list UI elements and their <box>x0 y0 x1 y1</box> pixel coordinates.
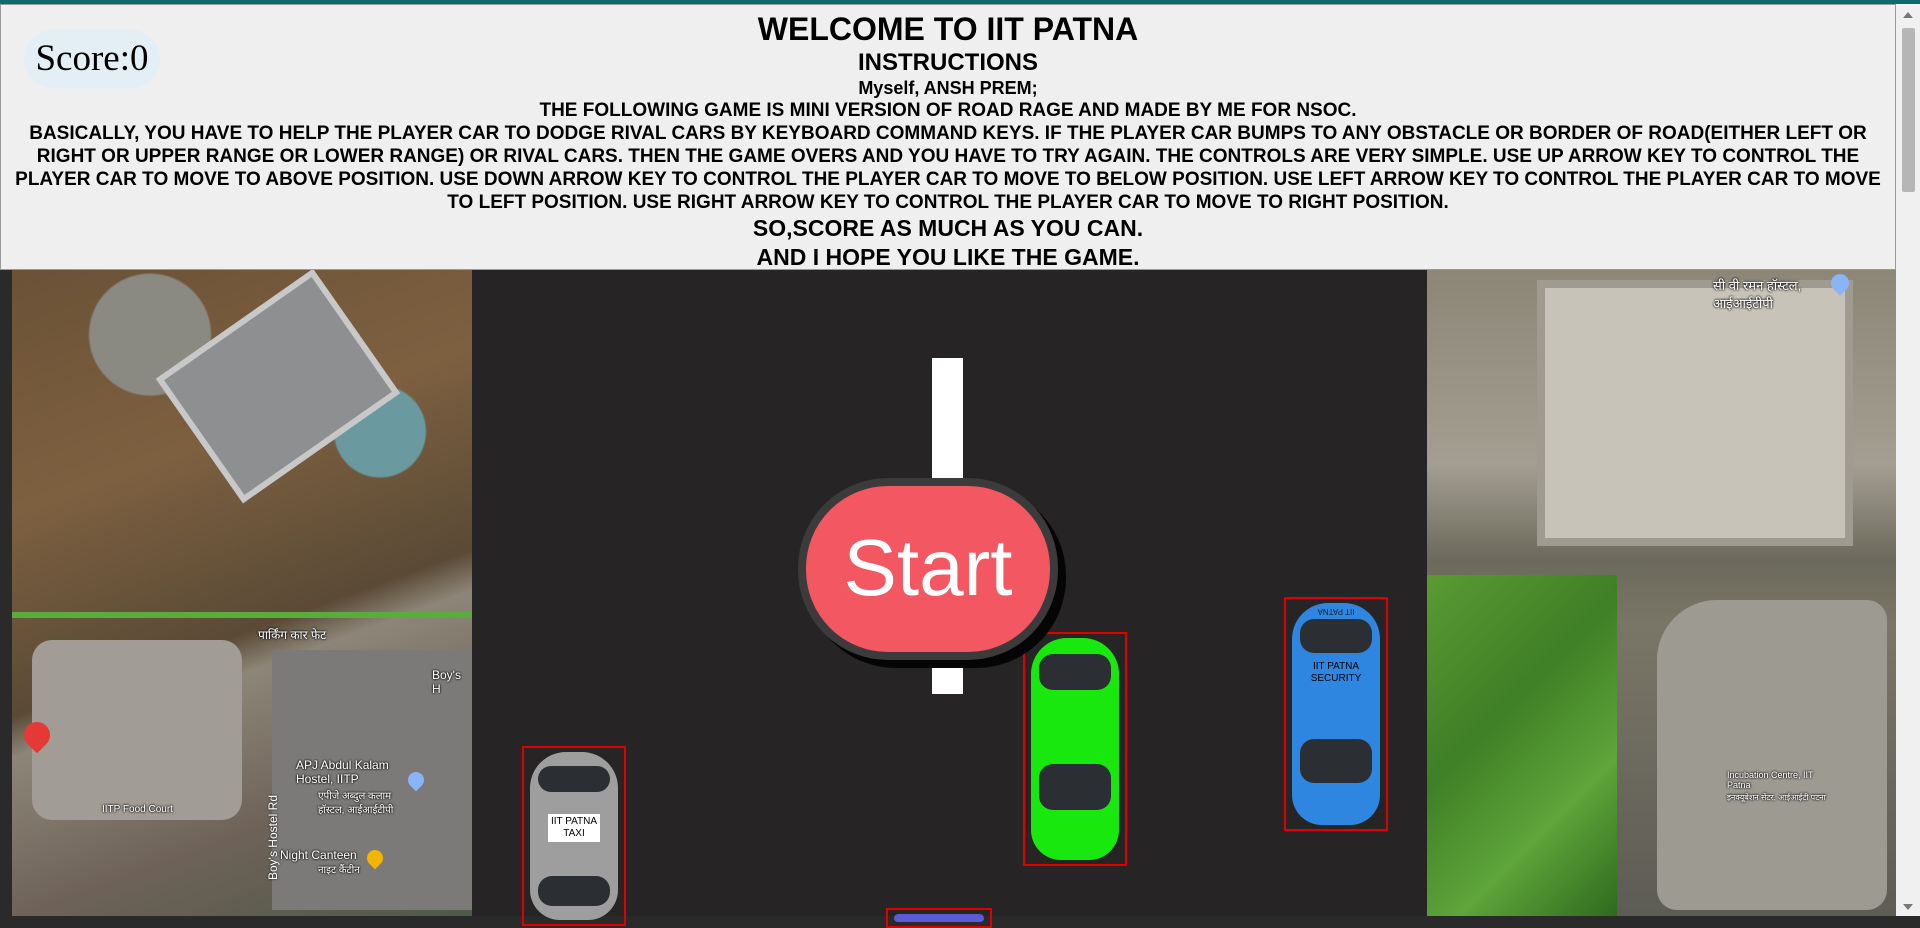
map-building <box>32 640 242 820</box>
rival-car-bottom <box>886 908 992 928</box>
welcome-title: WELCOME TO IIT PATNA <box>757 11 1139 47</box>
instructions-heading: INSTRUCTIONS <box>858 49 1038 76</box>
page-scrollbar[interactable] <box>1896 4 1920 916</box>
map-building <box>1657 600 1887 910</box>
map-label-incubation-centre: Incubation Centre, IIT Patna <box>1727 770 1814 790</box>
map-label-apj-hostel-hindi: एपीजे अब्दुल कलाम हॉस्टल, आईआईटीपी <box>318 791 394 816</box>
car-windshield <box>1039 654 1111 690</box>
map-label-road: Boy's Hostel Rd <box>266 795 280 880</box>
score-value: 0 <box>130 38 149 79</box>
instructions-panel: WELCOME TO IIT PATNA INSTRUCTIONS Myself… <box>0 4 1896 270</box>
map-label-incubation-centre-hindi: इनक्यूबेशन सेंटर, आईआईटी पटना <box>1727 793 1826 802</box>
taxi-sign: IIT PATNA TAXI <box>548 814 600 842</box>
map-label-parking: पार्किंग कार फेट <box>258 628 327 642</box>
map-label-food-court: IITP Food Court <box>102 804 173 815</box>
scroll-down-icon[interactable] <box>1903 904 1913 910</box>
security-car-sign: IIT PATNA SECURITY <box>1310 661 1362 684</box>
car-rear-window <box>1039 764 1111 810</box>
scroll-up-icon[interactable] <box>1903 12 1913 18</box>
map-building <box>155 270 401 504</box>
map-grass-strip <box>12 612 472 618</box>
car-body <box>894 914 984 922</box>
score-display: Score:0 <box>24 30 160 88</box>
right-campus-map: सी वी रमन हॉस्टल, आईआईटीपी Incubation Ce… <box>1427 270 1896 916</box>
car-rear-window <box>538 876 610 906</box>
player-car <box>1023 632 1127 866</box>
instructions-body: BASICALLY, YOU HAVE TO HELP THE PLAYER C… <box>15 123 1881 213</box>
rival-car-security: IIT PATNA IIT PATNA SECURITY <box>1284 597 1388 831</box>
rival-car-taxi: IIT PATNA TAXI <box>522 746 626 926</box>
map-building <box>1537 280 1853 546</box>
instructions-intro: THE FOLLOWING GAME IS MINI VERSION OF RO… <box>539 100 1357 121</box>
scroll-thumb[interactable] <box>1902 28 1915 192</box>
left-campus-map: पार्किंग कार फेट Boy's H APJ Abdul Kalam… <box>12 270 472 916</box>
car-rear-window <box>1300 739 1372 783</box>
security-car-top-text: IIT PATNA <box>1317 607 1355 616</box>
map-label-night-canteen: Night Canteen <box>280 848 357 862</box>
map-label-apj-hostel: APJ Abdul Kalam Hostel, IITP <box>296 758 389 786</box>
map-label-boys-hostel: Boy's H <box>432 668 461 696</box>
instructions-closing-1: SO,SCORE AS MUCH AS YOU CAN. <box>752 215 1144 241</box>
instructions-closing-2: AND I HOPE YOU LIKE THE GAME. <box>756 244 1140 270</box>
map-label-cv-raman-hostel: सी वी रमन हॉस्टल, आईआईटीपी <box>1713 278 1802 311</box>
map-label-night-canteen-hindi: नाइट कैंटीन <box>318 865 360 876</box>
author-line: Myself, ANSH PREM; <box>858 78 1038 98</box>
car-windshield <box>1300 619 1372 653</box>
score-label: Score: <box>35 38 131 79</box>
start-button[interactable]: Start <box>798 478 1058 660</box>
car-windshield <box>538 766 610 792</box>
map-grass-area <box>1427 575 1617 916</box>
